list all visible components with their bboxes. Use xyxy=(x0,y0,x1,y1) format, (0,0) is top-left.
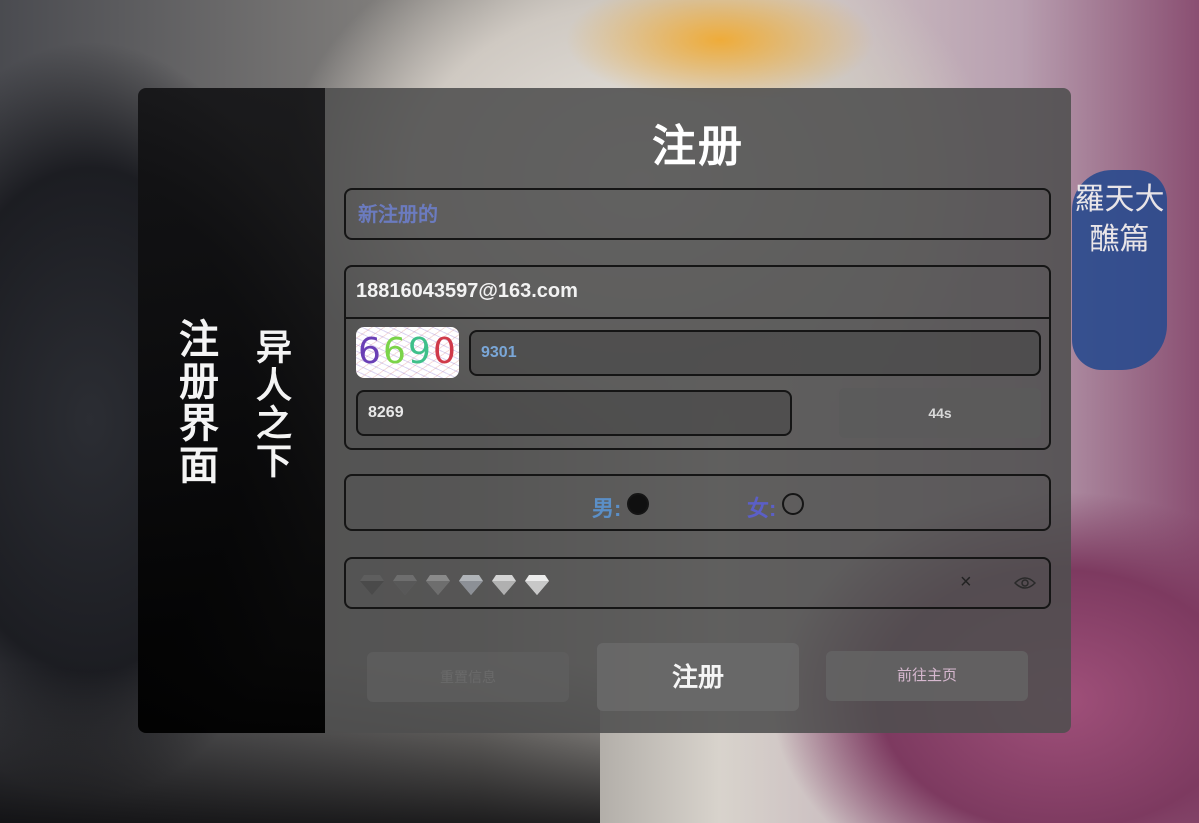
register-panel: 注册界面 异人之下 注册 18816043597@163.com 6 6 9 0… xyxy=(138,88,1071,733)
clear-icon[interactable]: × xyxy=(960,571,972,594)
register-form: 注册 18816043597@163.com 6 6 9 0 9301 8269… xyxy=(325,88,1071,733)
diamond-icon xyxy=(459,573,483,595)
diamond-icon xyxy=(393,573,417,595)
diamond-icon xyxy=(360,573,384,595)
side-title-outcast: 异人之下 xyxy=(251,328,292,480)
captcha-char: 6 xyxy=(383,331,406,372)
captcha-char: 0 xyxy=(433,331,456,372)
email-code-value: 8269 xyxy=(368,404,404,421)
gender-female-label: 女: xyxy=(747,496,777,521)
reset-button[interactable]: 重置信息 xyxy=(367,652,569,702)
username-field-wrapper xyxy=(344,188,1051,240)
side-banner: 注册界面 异人之下 xyxy=(138,88,325,733)
email-field[interactable]: 18816043597@163.com xyxy=(346,267,1049,319)
gender-female-radio[interactable] xyxy=(782,493,804,515)
gender-male-radio[interactable] xyxy=(627,493,649,515)
email-code-input[interactable]: 8269 xyxy=(356,390,792,436)
captcha-image[interactable]: 6 6 9 0 xyxy=(356,327,459,378)
home-button[interactable]: 前往主页 xyxy=(826,651,1028,701)
captcha-input[interactable]: 9301 xyxy=(469,330,1041,376)
diamond-icon xyxy=(492,573,516,595)
email-value: 18816043597@163.com xyxy=(356,280,578,302)
diamond-icon xyxy=(525,573,549,595)
password-field[interactable]: × xyxy=(344,557,1051,609)
captcha-char: 6 xyxy=(358,331,381,372)
captcha-char: 9 xyxy=(408,331,431,372)
eye-icon[interactable] xyxy=(1013,574,1037,592)
gender-male-label: 男: xyxy=(592,496,622,521)
diamond-icon xyxy=(426,573,450,595)
username-input[interactable] xyxy=(356,190,1040,240)
background-seal: 羅天大醮篇 xyxy=(1072,170,1167,370)
send-code-countdown-button[interactable]: 44s xyxy=(839,388,1041,438)
page-title: 注册 xyxy=(652,122,744,171)
captcha-input-value: 9301 xyxy=(481,344,517,361)
side-title-register: 注册界面 xyxy=(173,318,217,486)
verification-group: 18816043597@163.com 6 6 9 0 9301 8269 44… xyxy=(344,265,1051,450)
gender-group: 男: 女: xyxy=(344,474,1051,531)
register-button[interactable]: 注册 xyxy=(597,643,799,711)
